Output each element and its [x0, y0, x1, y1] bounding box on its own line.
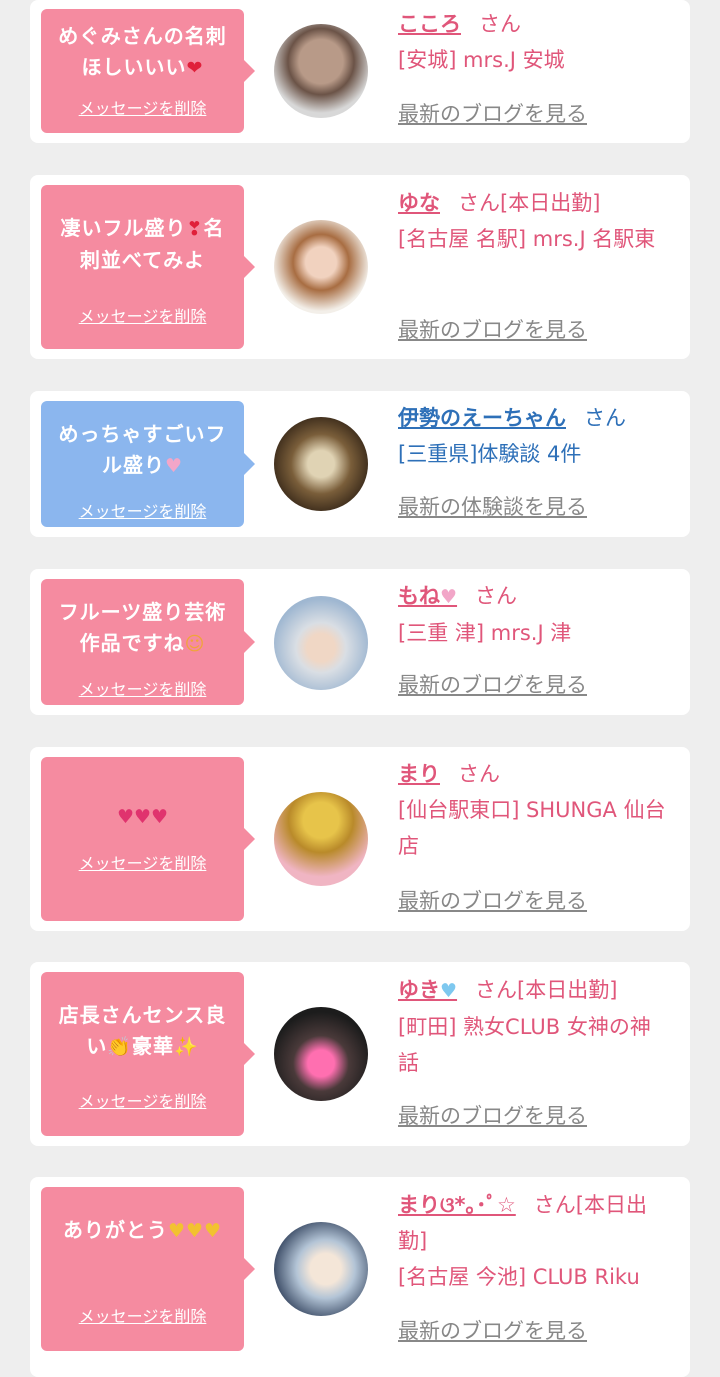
girl-name-link[interactable]: もね♥ [398, 584, 457, 608]
message-text: ありがとう♥♥♥ [62, 1218, 223, 1242]
review-card: 凄いフル盛り❣名刺並べてみよ メッセージを削除 ゆな さん[本日出勤] [名古屋 … [30, 175, 690, 359]
shop-name: [仙台駅東口] SHUNGA 仙台店 [398, 798, 666, 858]
avatar[interactable] [274, 1222, 368, 1316]
name-suffix: さん [475, 584, 518, 608]
latest-blog-link[interactable]: 最新のブログを見る [398, 98, 587, 128]
review-card: 店長さんセンス良い👏豪華✨ メッセージを削除 ゆき♥ さん[本日出勤] [町田] … [30, 962, 690, 1146]
avatar[interactable] [274, 792, 368, 886]
girl-name-link[interactable]: ゆな [398, 191, 440, 215]
reviewer-name-link[interactable]: 伊勢のえーちゃん [398, 406, 566, 430]
girl-name-link[interactable]: まりଓ*｡･ﾟ☆ [398, 1193, 516, 1217]
latest-blog-link[interactable]: 最新のブログを見る [398, 1315, 587, 1345]
message-text: めぐみさんの名刺ほしいいい❤ [58, 24, 227, 79]
delete-message-link[interactable]: メッセージを削除 [41, 850, 244, 874]
message-bubble: 凄いフル盛り❣名刺並べてみよ メッセージを削除 [41, 185, 255, 349]
delete-message-link[interactable]: メッセージを削除 [41, 1303, 244, 1327]
shop-name: [安城] mrs.J 安城 [398, 48, 565, 72]
delete-message-link[interactable]: メッセージを削除 [41, 1088, 244, 1112]
review-card: めぐみさんの名刺ほしいいい❤ メッセージを削除 こころ さん [安城] mrs.J… [30, 0, 690, 143]
heart-exclamation-emoji-icon: ❣ [186, 218, 204, 240]
clapping-hands-emoji-icon: 👏 [107, 1036, 132, 1058]
avatar[interactable] [274, 1007, 368, 1101]
latest-blog-link[interactable]: 最新のブログを見る [398, 1100, 587, 1130]
latest-review-link[interactable]: 最新の体験談を見る [398, 491, 587, 521]
message-text: 凄いフル盛り❣名刺並べてみよ [60, 216, 225, 272]
latest-blog-link[interactable]: 最新のブログを見る [398, 314, 587, 344]
delete-message-link[interactable]: メッセージを削除 [41, 676, 244, 700]
delete-message-link[interactable]: メッセージを削除 [41, 303, 244, 327]
message-bubble: フルーツ盛り芸術作品ですね☺ メッセージを削除 [41, 579, 255, 705]
shop-name: [三重 津] mrs.J 津 [398, 621, 572, 645]
delete-message-link[interactable]: メッセージを削除 [41, 95, 244, 119]
hearts-emoji-icon: ♥♥♥ [116, 806, 169, 828]
yellow-hearts-emoji-icon: ♥♥♥ [167, 1220, 223, 1242]
avatar[interactable] [274, 596, 368, 690]
avatar[interactable] [274, 220, 368, 314]
review-card: フルーツ盛り芸術作品ですね☺ メッセージを削除 もね♥ さん [三重 津] mrs… [30, 569, 690, 715]
message-text: 店長さんセンス良い👏豪華✨ [58, 1003, 227, 1058]
heart-emoji-icon: ♥ [164, 455, 184, 477]
name-suffix: さん[本日出勤] [458, 191, 601, 215]
message-text: フルーツ盛り芸術作品ですね☺ [58, 600, 227, 655]
name-suffix: さん[本日出勤] [475, 978, 618, 1002]
latest-blog-link[interactable]: 最新のブログを見る [398, 885, 587, 915]
avatar[interactable] [274, 417, 368, 511]
delete-message-link[interactable]: メッセージを削除 [41, 498, 244, 522]
heart-emoji-icon: ♥ [440, 980, 458, 1002]
review-card: ありがとう♥♥♥ メッセージを削除 まりଓ*｡･ﾟ☆ さん[本日出勤] [名古屋 … [30, 1177, 690, 1377]
name-suffix: さん [458, 762, 500, 786]
sparkles-emoji-icon: ✨ [174, 1036, 199, 1058]
message-text: ♥♥♥ [51, 801, 234, 833]
girl-name-link[interactable]: こころ [398, 12, 461, 36]
message-bubble: めぐみさんの名刺ほしいいい❤ メッセージを削除 [41, 9, 255, 133]
name-suffix: さん [584, 406, 626, 430]
message-bubble: ♥♥♥ メッセージを削除 [41, 757, 255, 921]
shop-name: [名古屋 今池] CLUB Riku [398, 1265, 640, 1289]
heart-emoji-icon: ♥ [440, 586, 458, 608]
message-bubble: めっちゃすごいフル盛り♥ メッセージを削除 [41, 401, 255, 527]
girl-name-link[interactable]: ゆき♥ [398, 978, 457, 1002]
smiling-hearts-emoji-icon: ☺ [184, 633, 206, 655]
avatar[interactable] [274, 24, 368, 118]
latest-blog-link[interactable]: 最新のブログを見る [398, 669, 587, 699]
girl-name-link[interactable]: まり [398, 762, 440, 786]
message-bubble: 店長さんセンス良い👏豪華✨ メッセージを削除 [41, 972, 255, 1136]
name-suffix: さん [479, 12, 521, 36]
shop-name: [名古屋 名駅] mrs.J 名駅東 [398, 227, 656, 251]
review-card: めっちゃすごいフル盛り♥ メッセージを削除 伊勢のえーちゃん さん [三重県]体験… [30, 391, 690, 537]
review-card: ♥♥♥ メッセージを削除 まり さん [仙台駅東口] SHUNGA 仙台店 最新の… [30, 747, 690, 931]
review-list: めぐみさんの名刺ほしいいい❤ メッセージを削除 こころ さん [安城] mrs.J… [0, 0, 720, 1377]
heart-emoji-icon: ❤ [186, 57, 204, 79]
shop-name: [町田] 熟女CLUB 女神の神話 [398, 1015, 651, 1075]
review-count: [三重県]体験談 4件 [398, 442, 582, 466]
message-bubble: ありがとう♥♥♥ メッセージを削除 [41, 1187, 255, 1351]
message-text: めっちゃすごいフル盛り♥ [58, 422, 227, 477]
